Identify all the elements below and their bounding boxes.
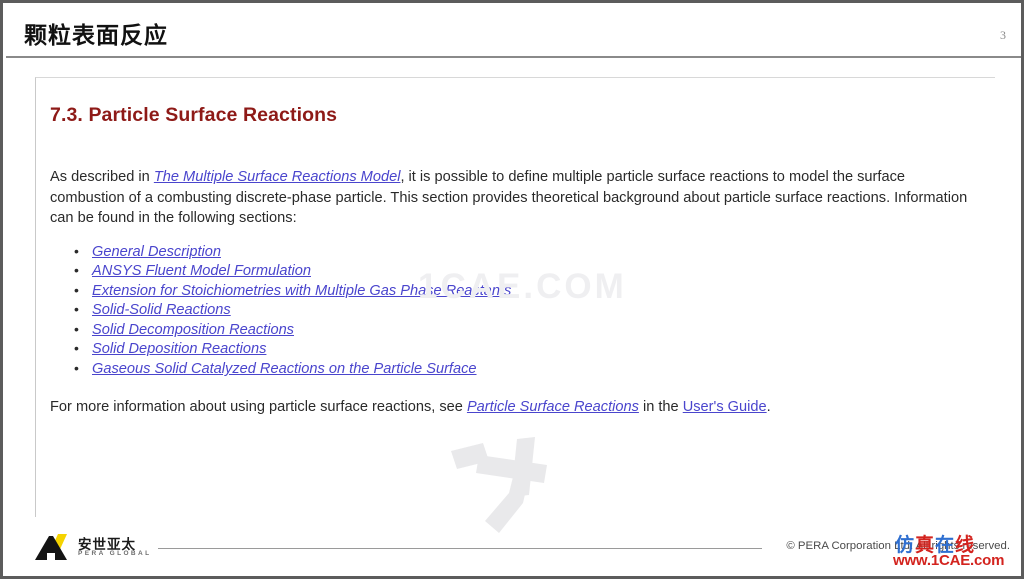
section-heading: 7.3. Particle Surface Reactions — [50, 104, 338, 126]
section-link-list: General Description ANSYS Fluent Model F… — [50, 242, 981, 380]
pera-global-logo: 安世亚太 PERA GLOBAL — [34, 531, 152, 565]
link-multiple-surface-reactions-model[interactable]: The Multiple Surface Reactions Model — [154, 169, 401, 185]
page-title: 颗粒表面反应 — [24, 23, 168, 49]
link-particle-surface-reactions[interactable]: Particle Surface Reactions — [467, 399, 639, 415]
link-general-description[interactable]: General Description — [92, 244, 221, 260]
mountain-triangle-icon — [34, 533, 74, 563]
closing-paragraph: For more information about using particl… — [50, 397, 981, 418]
list-item: Solid-Solid Reactions — [74, 300, 981, 321]
link-solid-solid-reactions[interactable]: Solid-Solid Reactions — [92, 302, 231, 318]
list-item: Solid Decomposition Reactions — [74, 320, 981, 341]
list-item: ANSYS Fluent Model Formulation — [74, 261, 981, 282]
closing-text-part3: . — [766, 398, 771, 415]
link-users-guide[interactable]: User's Guide — [683, 399, 767, 415]
link-solid-decomposition-reactions[interactable]: Solid Decomposition Reactions — [92, 322, 294, 338]
page-number: 3 — [1000, 28, 1006, 42]
list-item: General Description — [74, 242, 981, 263]
list-item: Solid Deposition Reactions — [74, 339, 981, 360]
closing-text-part1: For more information about using particl… — [50, 398, 467, 415]
closing-text-part2: in the — [638, 398, 683, 415]
intro-text-part1: As described in — [50, 169, 154, 185]
link-gaseous-solid-catalyzed-reactions[interactable]: Gaseous Solid Catalyzed Reactions on the… — [92, 361, 477, 377]
list-item: Extension for Stoichiometries with Multi… — [74, 281, 981, 302]
slide-footer: 安世亚太 PERA GLOBAL © PERA Corporation Ltd.… — [6, 521, 1021, 573]
link-solid-deposition-reactions[interactable]: Solid Deposition Reactions — [92, 341, 266, 357]
list-item: Gaseous Solid Catalyzed Reactions on the… — [74, 359, 981, 380]
slide-canvas: 颗粒表面反应 3 7.3. Particle Surface Reactions… — [0, 0, 1024, 579]
document-content-pane: 7.3. Particle Surface Reactions As descr… — [35, 77, 995, 517]
logo-english-name: PERA GLOBAL — [78, 550, 152, 557]
link-ansys-fluent-model-formulation[interactable]: ANSYS Fluent Model Formulation — [92, 263, 311, 279]
slide-header: 颗粒表面反应 3 — [6, 6, 1021, 58]
footer-divider — [158, 548, 762, 549]
copyright-notice: © PERA Corporation Ltd. All rights reser… — [786, 540, 1010, 552]
link-extension-for-stoichiometries[interactable]: Extension for Stoichiometries with Multi… — [92, 283, 511, 299]
intro-paragraph: As described in The Multiple Surface Rea… — [50, 167, 981, 229]
